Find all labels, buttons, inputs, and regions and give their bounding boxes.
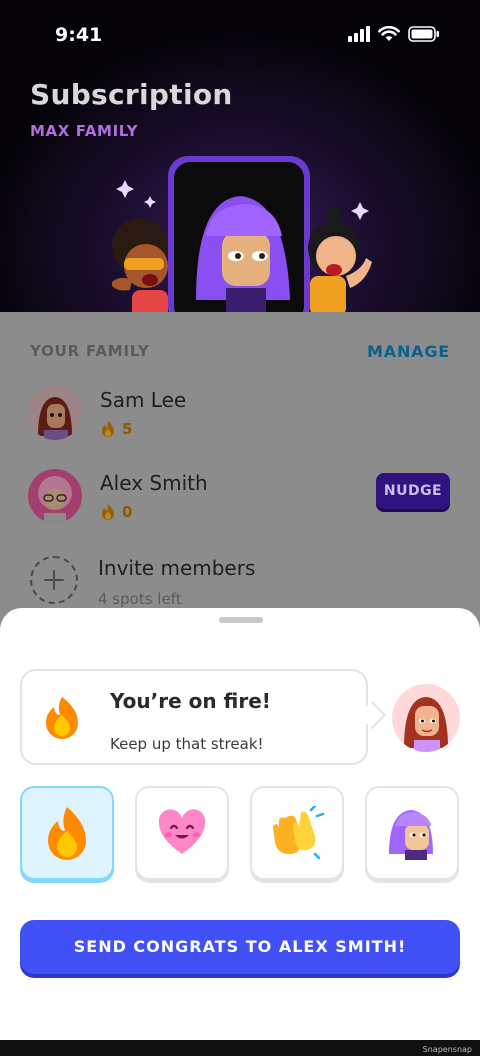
avatar xyxy=(28,469,82,523)
member-avatar-icon xyxy=(28,469,82,523)
avatar xyxy=(28,386,82,440)
page-title: Subscription xyxy=(30,78,233,111)
cellular-signal-icon xyxy=(348,26,370,42)
streak-count: 5 xyxy=(122,420,133,438)
reaction-fire-button[interactable] xyxy=(20,786,114,880)
streak: 5 xyxy=(100,420,132,438)
reaction-avatar-button[interactable] xyxy=(365,786,459,880)
streak: 0 xyxy=(100,503,132,521)
fire-icon xyxy=(46,697,78,739)
flame-icon xyxy=(102,504,114,520)
heart-icon xyxy=(158,809,206,854)
battery-icon xyxy=(408,26,439,42)
family-header: YOUR FAMILY MANAGE xyxy=(30,342,450,364)
member-name: Alex Smith xyxy=(100,471,208,495)
sparkle-icon xyxy=(144,196,156,208)
family-illustration xyxy=(112,156,372,312)
avatar-icon xyxy=(389,810,433,860)
add-member-icon xyxy=(30,556,78,604)
bottom-bar xyxy=(0,1040,480,1056)
sparkle-icon xyxy=(116,180,134,198)
family-member-row[interactable]: Sam Lee 5 xyxy=(28,386,452,446)
member-name: Sam Lee xyxy=(100,388,187,412)
avatar xyxy=(392,684,460,752)
plus-icon xyxy=(44,570,64,590)
subscription-hero: 9:41 Subscription MAX FAMILY xyxy=(0,0,480,312)
invite-subtitle: 4 spots left xyxy=(98,590,182,608)
message-text: Keep up that streak! xyxy=(110,735,264,753)
status-bar: 9:41 xyxy=(0,0,480,70)
member-avatar-icon xyxy=(28,386,82,440)
invite-members-row[interactable]: Invite members 4 spots left xyxy=(28,556,452,616)
plan-label: MAX FAMILY xyxy=(30,122,139,140)
sender-avatar-icon xyxy=(392,684,460,752)
reaction-picker xyxy=(20,786,460,882)
nudge-button[interactable]: NUDGE xyxy=(376,473,450,509)
watermark: Snapensnap xyxy=(422,1045,472,1054)
congrats-bottom-sheet: You’re on fire! Keep up that streak! SEN… xyxy=(0,608,480,1040)
wifi-icon xyxy=(378,26,400,41)
family-member-row[interactable]: Alex Smith 0 NUDGE xyxy=(28,469,452,529)
streak-count: 0 xyxy=(122,503,133,521)
family-section-title: YOUR FAMILY xyxy=(30,342,150,360)
invite-title: Invite members xyxy=(98,556,256,580)
send-congrats-button[interactable]: SEND CONGRATS TO ALEX SMITH! xyxy=(20,920,460,974)
status-icons xyxy=(348,26,440,42)
manage-link[interactable]: MANAGE xyxy=(367,342,450,361)
flame-icon xyxy=(102,421,114,437)
sparkle-icon xyxy=(351,202,369,220)
message-bubble: You’re on fire! Keep up that streak! xyxy=(20,669,368,765)
status-time: 9:41 xyxy=(55,24,103,46)
reaction-heart-button[interactable] xyxy=(135,786,229,880)
clapping-hands-icon xyxy=(273,806,325,860)
fire-icon xyxy=(48,807,86,860)
message-title: You’re on fire! xyxy=(110,689,271,713)
sheet-drag-handle[interactable] xyxy=(219,617,263,623)
reaction-clap-button[interactable] xyxy=(250,786,344,880)
